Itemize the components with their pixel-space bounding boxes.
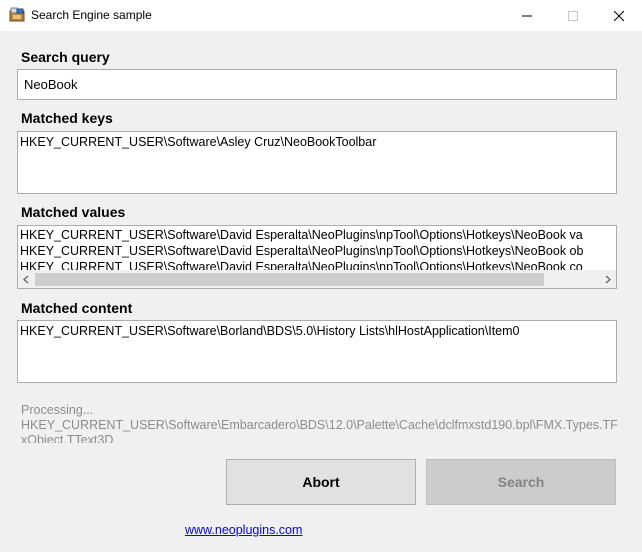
- horizontal-scrollbar[interactable]: [18, 270, 616, 288]
- minimize-icon: [522, 15, 532, 16]
- search-input[interactable]: [17, 69, 617, 100]
- status-text: Processing... HKEY_CURRENT_USER\Software…: [21, 403, 617, 443]
- close-icon: [614, 10, 624, 21]
- matched-content-list[interactable]: HKEY_CURRENT_USER\Software\Borland\BDS\5…: [17, 320, 617, 383]
- abort-button[interactable]: Abort: [226, 459, 416, 505]
- list-item[interactable]: HKEY_CURRENT_USER\Software\David Esperal…: [18, 243, 616, 259]
- window-title: Search Engine sample: [31, 8, 152, 22]
- maximize-icon: [568, 10, 578, 21]
- matched-values-list[interactable]: HKEY_CURRENT_USER\Software\David Esperal…: [17, 225, 617, 289]
- scrollbar-thumb[interactable]: [35, 273, 544, 286]
- status-line: xObject.TText3D: [21, 433, 114, 443]
- scroll-right-icon[interactable]: [599, 271, 616, 288]
- minimize-button[interactable]: [504, 0, 550, 31]
- matched-content-label: Matched content: [21, 300, 133, 316]
- close-button[interactable]: [596, 0, 642, 31]
- scroll-left-icon[interactable]: [18, 271, 35, 288]
- maximize-button: [550, 0, 596, 31]
- title-bar: Search Engine sample: [0, 0, 642, 31]
- list-item[interactable]: HKEY_CURRENT_USER\Software\David Esperal…: [18, 227, 616, 243]
- search-query-label: Search query: [21, 49, 110, 65]
- matched-keys-label: Matched keys: [21, 110, 113, 126]
- list-item[interactable]: HKEY_CURRENT_USER\Software\Borland\BDS\5…: [18, 323, 616, 339]
- app-icon: [9, 7, 25, 23]
- matched-values-label: Matched values: [21, 204, 126, 220]
- website-link[interactable]: www.neoplugins.com: [185, 523, 302, 537]
- list-item[interactable]: HKEY_CURRENT_USER\Software\Asley Cruz\Ne…: [18, 134, 616, 150]
- status-line: HKEY_CURRENT_USER\Software\Embarcadero\B…: [21, 418, 617, 432]
- matched-keys-list[interactable]: HKEY_CURRENT_USER\Software\Asley Cruz\Ne…: [17, 131, 617, 194]
- status-line: Processing...: [21, 403, 94, 417]
- search-button: Search: [426, 459, 616, 505]
